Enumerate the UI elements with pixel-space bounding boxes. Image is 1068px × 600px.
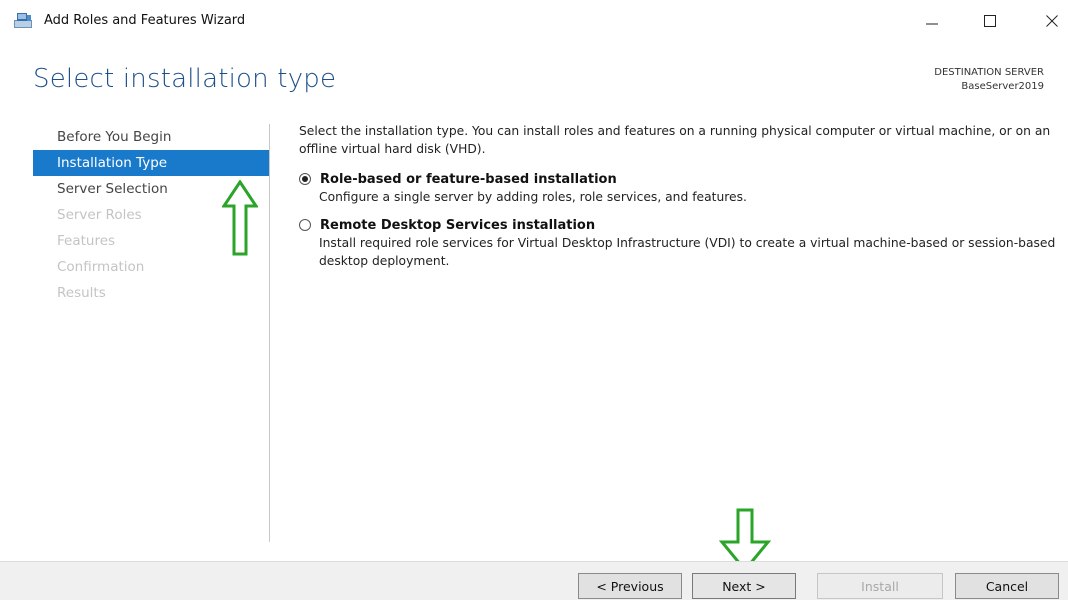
remote-desktop-radio-row[interactable]: Remote Desktop Services installation: [299, 216, 1059, 234]
destination-server-value: BaseServer2019: [961, 81, 1044, 92]
role-based-radio[interactable]: [299, 173, 311, 185]
previous-button[interactable]: < Previous: [578, 573, 682, 599]
cancel-button[interactable]: Cancel: [955, 573, 1059, 599]
minimize-icon: [926, 15, 938, 27]
role-based-radio-row[interactable]: Role-based or feature-based installation: [299, 170, 1059, 188]
role-based-label[interactable]: Role-based or feature-based installation: [320, 172, 617, 187]
role-based-description: Configure a single server by adding role…: [319, 190, 747, 204]
nav-item-results: Results: [57, 285, 106, 301]
minimize-button[interactable]: [910, 6, 954, 36]
close-button[interactable]: [1030, 6, 1068, 36]
title-bar: Add Roles and Features Wizard: [0, 0, 1068, 42]
annotation-up-arrow-icon: [221, 179, 259, 262]
window-title: Add Roles and Features Wizard: [44, 13, 246, 28]
next-button[interactable]: Next >: [692, 573, 796, 599]
destination-server: DESTINATION SERVER BaseServer2019: [934, 66, 1044, 94]
nav-item-installation-type[interactable]: Installation Type: [33, 150, 269, 176]
remote-desktop-label[interactable]: Remote Desktop Services installation: [320, 218, 595, 233]
server-manager-icon: [13, 11, 33, 29]
option-remote-desktop: Remote Desktop Services installation Ins…: [299, 216, 1059, 270]
remote-desktop-description: Install required role services for Virtu…: [319, 236, 1056, 268]
option-role-based: Role-based or feature-based installation…: [299, 170, 1059, 206]
install-button: Install: [817, 573, 943, 599]
remote-desktop-radio[interactable]: [299, 219, 311, 231]
maximize-icon: [984, 15, 996, 27]
destination-server-label: DESTINATION SERVER: [934, 67, 1044, 78]
installation-type-panel: Select the installation type. You can in…: [299, 122, 1059, 280]
maximize-button[interactable]: [968, 6, 1012, 36]
instruction-text: Select the installation type. You can in…: [299, 124, 1051, 156]
nav-item-before-you-begin[interactable]: Before You Begin: [33, 124, 269, 150]
page-title: Select installation type: [33, 64, 337, 94]
nav-divider: [269, 124, 270, 542]
close-icon: [1046, 15, 1058, 27]
